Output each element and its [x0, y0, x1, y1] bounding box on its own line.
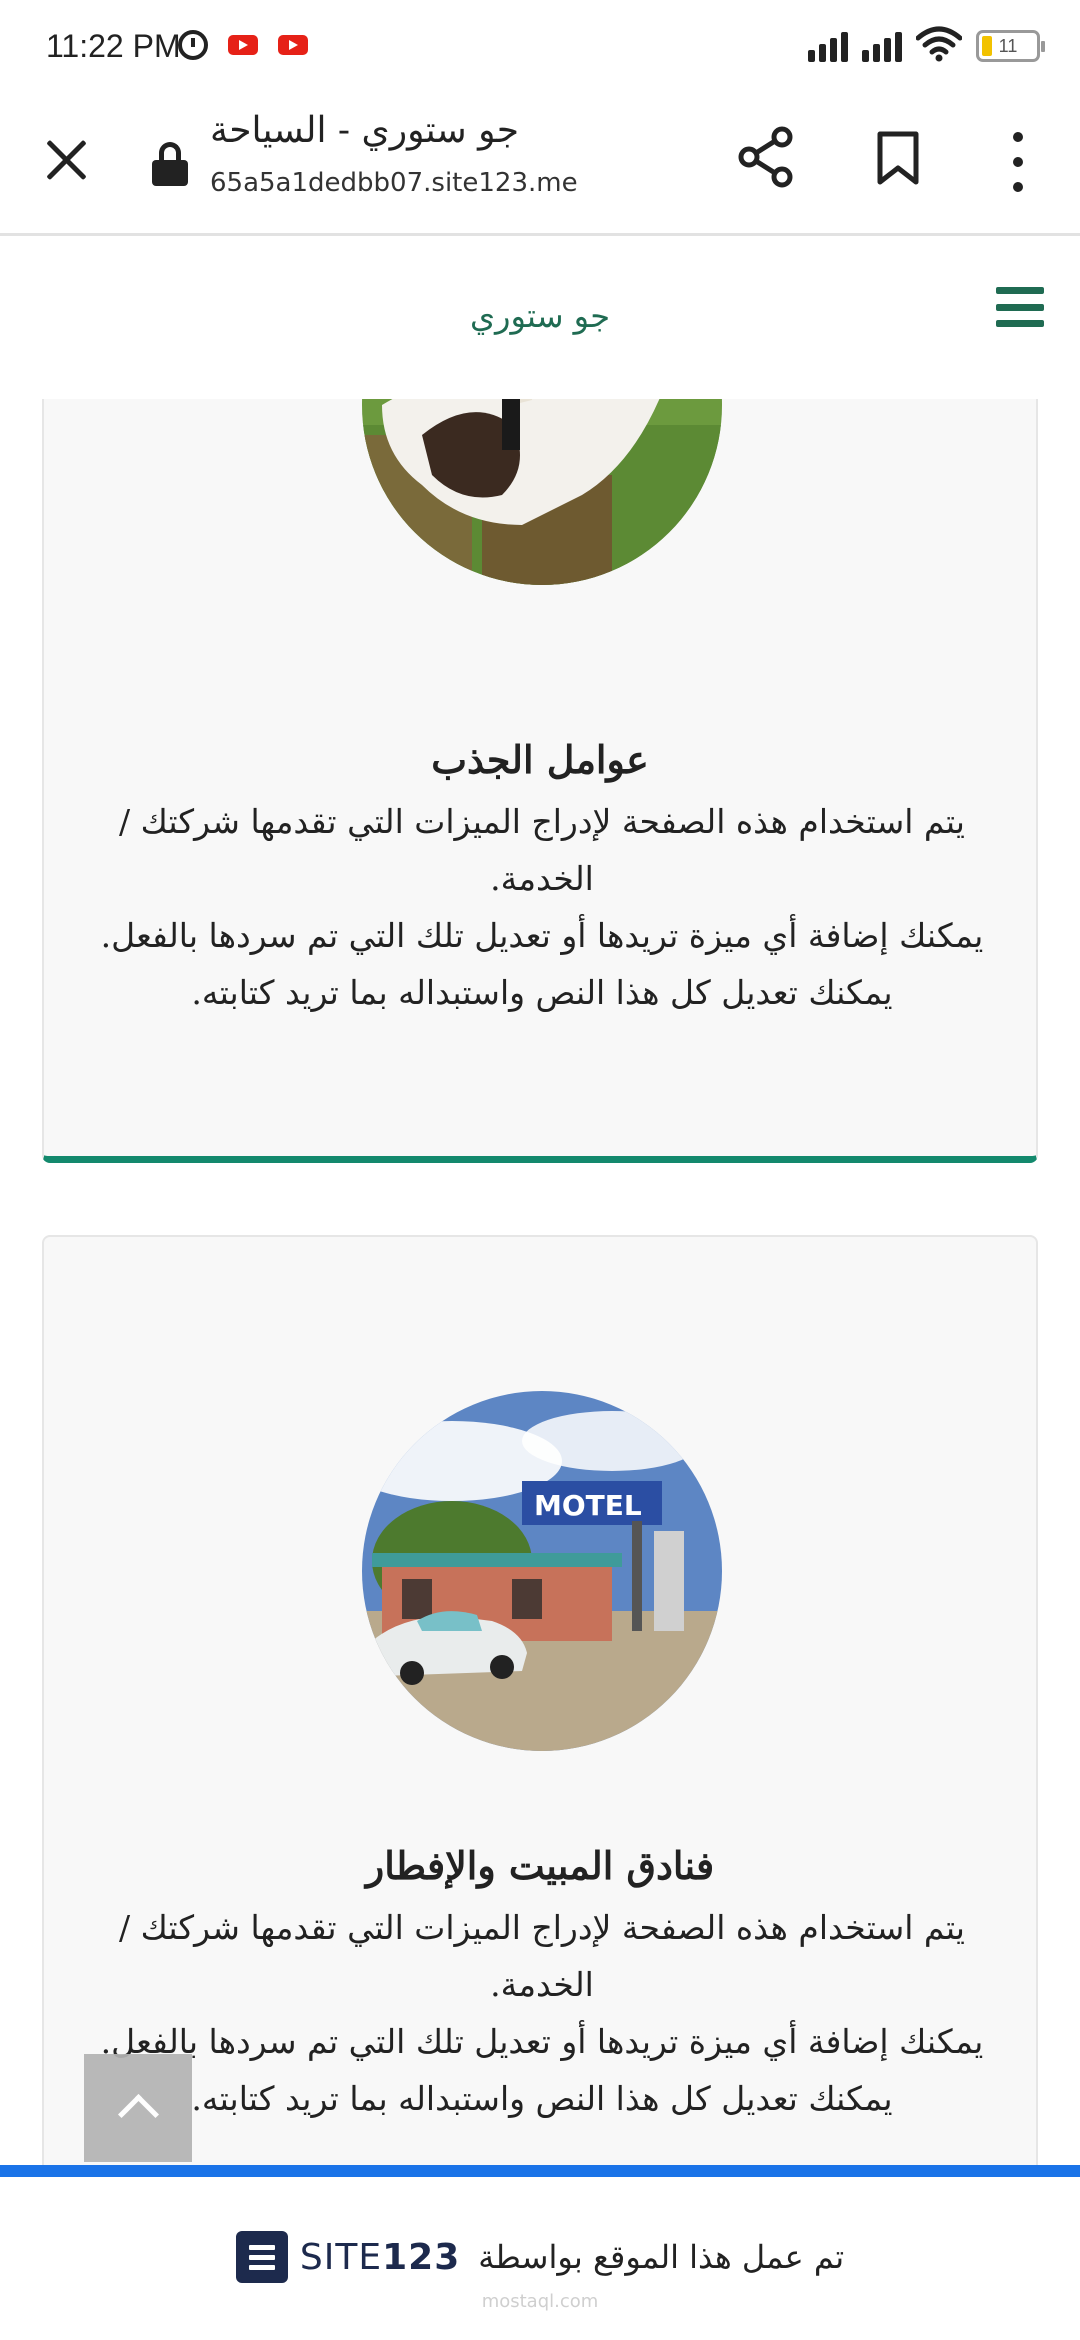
share-icon[interactable]: [738, 126, 794, 188]
watermark: mostaql.com: [481, 2291, 599, 2312]
card-text-line: يتم استخدام هذه الصفحة لإدراج الميزات ال…: [119, 1908, 965, 2004]
card-description: يتم استخدام هذه الصفحة لإدراج الميزات ال…: [84, 793, 1000, 1021]
status-time: 11:22 PM: [46, 28, 181, 64]
battery-icon: 11: [976, 30, 1045, 62]
back-to-top-button[interactable]: [84, 2054, 192, 2162]
card-text-line: يتم استخدام هذه الصفحة لإدراج الميزات ال…: [119, 802, 965, 898]
motel-sign-text: MOTEL: [534, 1489, 642, 1522]
footer-text: تم عمل هذا الموقع بواسطة: [478, 2238, 845, 2276]
browser-toolbar: جو ستوري - السياحة 65a5a1dedbb07.site123…: [0, 96, 1080, 236]
card-description: يتم استخدام هذه الصفحة لإدراج الميزات ال…: [84, 1899, 1000, 2127]
lock-icon[interactable]: [152, 142, 188, 186]
url-host[interactable]: 65a5a1dedbb07.site123.me: [210, 168, 578, 198]
brand-name: SITE123: [300, 2237, 460, 2278]
brand-number: 123: [382, 2236, 461, 2278]
card-text-line: يمكنك تعديل كل هذا النص واستبداله بما تر…: [191, 2079, 893, 2118]
site-logo[interactable]: جو ستوري: [0, 297, 1080, 335]
card-text-line: يمكنك إضافة أي ميزة تريدها أو تعديل تلك …: [100, 916, 984, 955]
feature-image: [362, 399, 722, 585]
brand-text: SITE: [299, 2236, 383, 2278]
signal-icon: [808, 28, 848, 62]
site-header: جو ستوري: [0, 239, 1080, 399]
site123-logo[interactable]: SITE123: [235, 2231, 460, 2283]
feature-card: عوامل الجذب يتم استخدام هذه الصفحة لإدرا…: [42, 399, 1038, 1163]
status-system-icons: 11: [808, 26, 1045, 62]
status-notifications: [178, 30, 308, 60]
card-title: عوامل الجذب: [431, 737, 649, 782]
hamburger-icon[interactable]: [996, 287, 1044, 327]
footer-credit[interactable]: SITE123 تم عمل هذا الموقع بواسطة: [0, 2227, 1080, 2287]
status-bar: 11:22 PM 11: [0, 0, 1080, 96]
close-icon[interactable]: [40, 134, 92, 186]
card-title: فنادق المبيت والإفطار: [365, 1843, 715, 1888]
alarm-icon: [178, 30, 208, 60]
page-title[interactable]: جو ستوري - السياحة: [210, 110, 519, 151]
bookmark-icon[interactable]: [876, 130, 920, 186]
youtube-icon: [278, 35, 308, 55]
page-content: عوامل الجذب يتم استخدام هذه الصفحة لإدرا…: [0, 399, 1080, 2165]
site123-logo-icon: [235, 2231, 288, 2283]
youtube-icon: [228, 35, 258, 55]
site123-footer: SITE123 تم عمل هذا الموقع بواسطة mostaql…: [0, 2165, 1080, 2340]
wifi-icon: [916, 26, 962, 62]
signal-icon: [862, 28, 902, 62]
feature-card: MOTEL فنادق المبيت والإفطار يتم استخدام …: [42, 1235, 1038, 2165]
card-text-line: يمكنك إضافة أي ميزة تريدها أو تعديل تلك …: [100, 2022, 984, 2061]
more-vert-icon[interactable]: [1008, 132, 1028, 192]
card-text-line: يمكنك تعديل كل هذا النص واستبداله بما تر…: [191, 973, 893, 1012]
feature-image: MOTEL: [362, 1391, 722, 1751]
